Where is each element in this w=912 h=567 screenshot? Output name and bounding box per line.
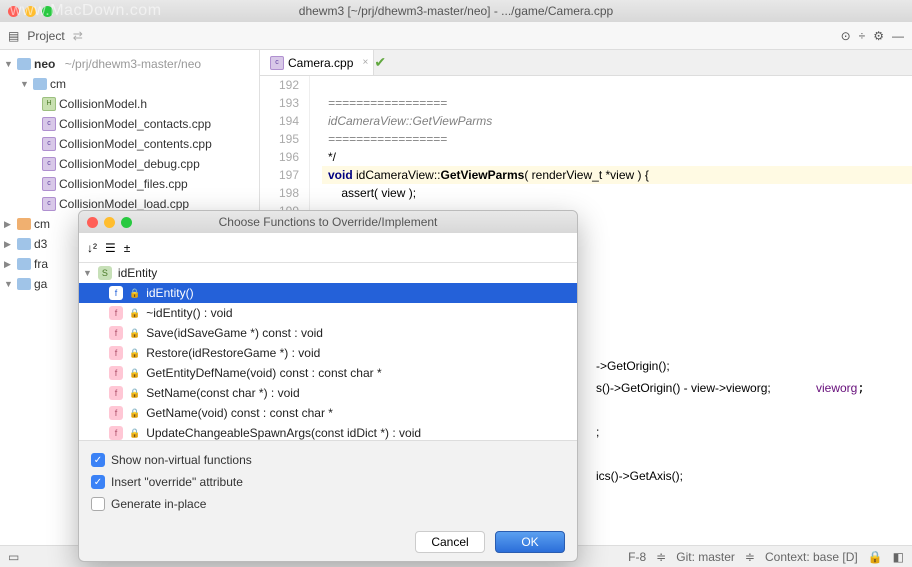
processes-icon[interactable]: ◧ <box>893 550 904 564</box>
function-icon: f <box>109 366 123 380</box>
function-item[interactable]: f🔒GetEntityDefName(void) const : const c… <box>79 363 577 383</box>
cancel-button[interactable]: Cancel <box>415 531 485 553</box>
filter-icon[interactable]: ☰ <box>105 241 116 255</box>
expand-icon[interactable]: ± <box>124 241 131 255</box>
function-icon: f <box>109 306 123 320</box>
function-icon: f <box>109 426 123 440</box>
project-label[interactable]: Project <box>27 29 64 43</box>
git-branch[interactable]: Git: master <box>676 550 735 564</box>
function-icon: f <box>109 346 123 360</box>
file-icon: c <box>42 157 56 171</box>
project-toolbar: ▤ Project ⇄ ⊙ ÷ ⚙ — <box>0 22 912 50</box>
project-icon: ▤ <box>8 29 19 43</box>
watermark-text: www.MacDown.com <box>10 2 162 20</box>
tree-file[interactable]: cCollisionModel_files.cpp <box>0 174 259 194</box>
check-icon: ✔ <box>374 54 386 71</box>
function-list[interactable]: ▼ SidEntity f🔒idEntity()f🔒~idEntity() : … <box>79 263 577 440</box>
file-icon: c <box>42 197 56 211</box>
function-icon: f <box>109 286 123 300</box>
lock-icon: 🔒 <box>129 288 140 299</box>
checkbox-icon[interactable]: ✓ <box>91 475 105 489</box>
file-icon: c <box>42 177 56 191</box>
function-item[interactable]: f🔒GetName(void) const : const char * <box>79 403 577 423</box>
tree-root[interactable]: ▼ neo ~/prj/dhewm3-master/neo <box>0 54 259 74</box>
tree-file[interactable]: cCollisionModel_contents.cpp <box>0 134 259 154</box>
tree-file[interactable]: cCollisionModel_debug.cpp <box>0 154 259 174</box>
file-icon: c <box>42 117 56 131</box>
divide-icon[interactable]: ÷ <box>859 29 866 43</box>
lock-icon: 🔒 <box>129 348 140 359</box>
list-root[interactable]: ▼ SidEntity <box>79 263 577 283</box>
show-nonvirtual-check[interactable]: ✓ Show non-virtual functions <box>91 449 565 471</box>
function-icon: f <box>109 326 123 340</box>
lock-icon: 🔒 <box>129 388 140 399</box>
lock-icon: 🔒 <box>129 428 140 439</box>
context-selector[interactable]: Context: base [D] <box>765 550 858 564</box>
tab-camera[interactable]: cCamera.cpp× <box>260 50 374 75</box>
gear-icon[interactable]: ⚙ <box>873 29 884 43</box>
folder-icon <box>17 258 31 270</box>
tree-file[interactable]: HCollisionModel.h <box>0 94 259 114</box>
generate-inplace-check[interactable]: Generate in-place <box>91 493 565 515</box>
lock-icon: 🔒 <box>129 368 140 379</box>
file-icon: H <box>42 97 56 111</box>
function-item[interactable]: f🔒SetName(const char *) : void <box>79 383 577 403</box>
close-icon[interactable]: × <box>363 57 369 68</box>
structure-icon[interactable]: ▭ <box>8 550 19 564</box>
ok-button[interactable]: OK <box>495 531 565 553</box>
function-item[interactable]: f🔒Save(idSaveGame *) const : void <box>79 323 577 343</box>
checkbox-icon[interactable] <box>91 497 105 511</box>
function-icon: f <box>109 406 123 420</box>
folder-icon <box>17 278 31 290</box>
function-icon: f <box>109 386 123 400</box>
folder-icon <box>17 238 31 250</box>
lock-icon[interactable]: 🔒 <box>868 550 883 564</box>
sort-icon[interactable]: ↓² <box>87 241 97 255</box>
function-item[interactable]: f🔒UpdateChangeableSpawnArgs(const idDict… <box>79 423 577 440</box>
insert-override-check[interactable]: ✓ Insert "override" attribute <box>91 471 565 493</box>
file-icon: c <box>42 137 56 151</box>
collapse-icon[interactable]: ⊙ <box>841 29 851 43</box>
tree-file[interactable]: cCollisionModel_contacts.cpp <box>0 114 259 134</box>
tree-folder[interactable]: ▼ cm <box>0 74 259 94</box>
encoding-selector[interactable]: F-8 <box>628 550 646 564</box>
lock-icon: 🔒 <box>129 408 140 419</box>
dialog-title: Choose Functions to Override/Implement <box>79 215 577 229</box>
function-item[interactable]: f🔒idEntity() <box>79 283 577 303</box>
editor-tabs: cCamera.cpp× ✔ <box>260 50 912 76</box>
lock-icon: 🔒 <box>129 328 140 339</box>
dialog-toolbar: ↓² ☰ ± <box>79 233 577 263</box>
code-behind: ->GetOrigin(); s()->GetOrigin() - view->… <box>596 355 771 487</box>
hide-icon[interactable]: — <box>892 29 904 43</box>
function-item[interactable]: f🔒Restore(idRestoreGame *) : void <box>79 343 577 363</box>
folder-icon <box>17 218 31 230</box>
checkbox-icon[interactable]: ✓ <box>91 453 105 467</box>
function-item[interactable]: f🔒~idEntity() : void <box>79 303 577 323</box>
override-dialog: Choose Functions to Override/Implement ↓… <box>78 210 578 562</box>
lock-icon: 🔒 <box>129 308 140 319</box>
vieworg-highlight: vieworg; <box>816 377 865 399</box>
